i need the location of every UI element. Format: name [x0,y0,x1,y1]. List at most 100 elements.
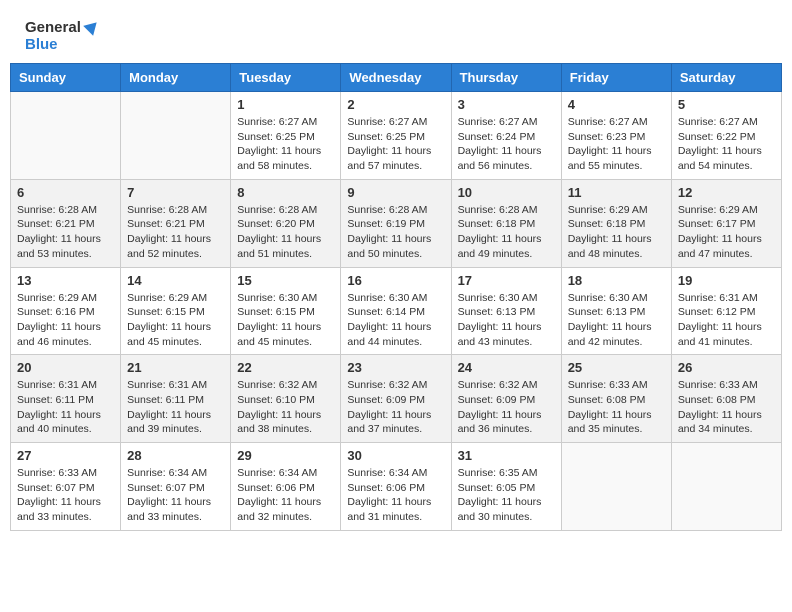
logo: General Blue [25,20,98,53]
day-info: Sunrise: 6:33 AMSunset: 6:07 PMDaylight:… [17,466,114,525]
day-number: 16 [347,273,444,288]
day-info: Sunrise: 6:34 AMSunset: 6:06 PMDaylight:… [347,466,444,525]
day-info: Sunrise: 6:31 AMSunset: 6:11 PMDaylight:… [127,378,224,437]
calendar-day-cell: 14 Sunrise: 6:29 AMSunset: 6:15 PMDayligh… [121,267,231,355]
day-number: 20 [17,360,114,375]
weekday-header-wednesday: Wednesday [341,64,451,92]
day-info: Sunrise: 6:29 AMSunset: 6:16 PMDaylight:… [17,291,114,350]
day-number: 14 [127,273,224,288]
weekday-header-sunday: Sunday [11,64,121,92]
day-number: 12 [678,185,775,200]
day-number: 24 [458,360,555,375]
day-info: Sunrise: 6:27 AMSunset: 6:22 PMDaylight:… [678,115,775,174]
calendar-day-cell: 15 Sunrise: 6:30 AMSunset: 6:15 PMDayligh… [231,267,341,355]
calendar-table: SundayMondayTuesdayWednesdayThursdayFrid… [10,63,782,531]
day-info: Sunrise: 6:29 AMSunset: 6:18 PMDaylight:… [568,203,665,262]
calendar-week-row: 20 Sunrise: 6:31 AMSunset: 6:11 PMDayligh… [11,355,782,443]
day-number: 22 [237,360,334,375]
day-info: Sunrise: 6:33 AMSunset: 6:08 PMDaylight:… [568,378,665,437]
day-number: 11 [568,185,665,200]
header: General Blue [10,10,782,58]
calendar-day-cell: 31 Sunrise: 6:35 AMSunset: 6:05 PMDayligh… [451,443,561,531]
calendar-day-cell: 8Sunrise: 6:28 AMSunset: 6:20 PMDaylight… [231,179,341,267]
calendar-day-cell [121,92,231,180]
day-info: Sunrise: 6:28 AMSunset: 6:21 PMDaylight:… [17,203,114,262]
day-info: Sunrise: 6:30 AMSunset: 6:15 PMDaylight:… [237,291,334,350]
day-info: Sunrise: 6:28 AMSunset: 6:19 PMDaylight:… [347,203,444,262]
calendar-day-cell: 11 Sunrise: 6:29 AMSunset: 6:18 PMDayligh… [561,179,671,267]
day-info: Sunrise: 6:29 AMSunset: 6:15 PMDaylight:… [127,291,224,350]
calendar-day-cell: 18 Sunrise: 6:30 AMSunset: 6:13 PMDayligh… [561,267,671,355]
day-number: 31 [458,448,555,463]
calendar-week-row: 13 Sunrise: 6:29 AMSunset: 6:16 PMDayligh… [11,267,782,355]
day-number: 3 [458,97,555,112]
calendar-day-cell: 19Sunrise: 6:31 AMSunset: 6:12 PMDayligh… [671,267,781,355]
calendar-day-cell: 7 Sunrise: 6:28 AMSunset: 6:21 PMDaylight… [121,179,231,267]
day-info: Sunrise: 6:30 AMSunset: 6:14 PMDaylight:… [347,291,444,350]
calendar-day-cell: 6 Sunrise: 6:28 AMSunset: 6:21 PMDaylight… [11,179,121,267]
weekday-header-monday: Monday [121,64,231,92]
logo-general: General [25,20,98,37]
weekday-header-saturday: Saturday [671,64,781,92]
calendar-day-cell [561,443,671,531]
calendar-day-cell: 22 Sunrise: 6:32 AMSunset: 6:10 PMDayligh… [231,355,341,443]
day-info: Sunrise: 6:33 AMSunset: 6:08 PMDaylight:… [678,378,775,437]
day-info: Sunrise: 6:28 AMSunset: 6:20 PMDaylight:… [237,203,334,262]
day-number: 13 [17,273,114,288]
calendar-day-cell: 30 Sunrise: 6:34 AMSunset: 6:06 PMDayligh… [341,443,451,531]
day-info: Sunrise: 6:28 AMSunset: 6:21 PMDaylight:… [127,203,224,262]
calendar-day-cell: 4Sunrise: 6:27 AMSunset: 6:23 PMDaylight… [561,92,671,180]
day-number: 6 [17,185,114,200]
day-number: 7 [127,185,224,200]
calendar-week-row: 6 Sunrise: 6:28 AMSunset: 6:21 PMDaylight… [11,179,782,267]
day-number: 29 [237,448,334,463]
weekday-header-friday: Friday [561,64,671,92]
weekday-header-row: SundayMondayTuesdayWednesdayThursdayFrid… [11,64,782,92]
day-number: 27 [17,448,114,463]
calendar-day-cell: 1Sunrise: 6:27 AMSunset: 6:25 PMDaylight… [231,92,341,180]
calendar-day-cell: 25 Sunrise: 6:33 AMSunset: 6:08 PMDayligh… [561,355,671,443]
calendar-week-row: 27 Sunrise: 6:33 AMSunset: 6:07 PMDayligh… [11,443,782,531]
calendar-day-cell: 3 Sunrise: 6:27 AMSunset: 6:24 PMDaylight… [451,92,561,180]
calendar-day-cell: 16 Sunrise: 6:30 AMSunset: 6:14 PMDayligh… [341,267,451,355]
day-info: Sunrise: 6:27 AMSunset: 6:24 PMDaylight:… [458,115,555,174]
calendar-day-cell: 29Sunrise: 6:34 AMSunset: 6:06 PMDayligh… [231,443,341,531]
calendar-day-cell: 24 Sunrise: 6:32 AMSunset: 6:09 PMDayligh… [451,355,561,443]
day-number: 25 [568,360,665,375]
day-number: 21 [127,360,224,375]
day-info: Sunrise: 6:27 AMSunset: 6:25 PMDaylight:… [237,115,334,174]
day-info: Sunrise: 6:32 AMSunset: 6:09 PMDaylight:… [347,378,444,437]
calendar-day-cell: 12 Sunrise: 6:29 AMSunset: 6:17 PMDayligh… [671,179,781,267]
day-number: 9 [347,185,444,200]
day-number: 4 [568,97,665,112]
day-number: 26 [678,360,775,375]
day-info: Sunrise: 6:35 AMSunset: 6:05 PMDaylight:… [458,466,555,525]
day-number: 18 [568,273,665,288]
calendar-day-cell: 13 Sunrise: 6:29 AMSunset: 6:16 PMDayligh… [11,267,121,355]
day-number: 17 [458,273,555,288]
day-number: 19 [678,273,775,288]
calendar-day-cell: 10 Sunrise: 6:28 AMSunset: 6:18 PMDayligh… [451,179,561,267]
calendar-day-cell: 26 Sunrise: 6:33 AMSunset: 6:08 PMDayligh… [671,355,781,443]
calendar-day-cell: 23Sunrise: 6:32 AMSunset: 6:09 PMDayligh… [341,355,451,443]
day-info: Sunrise: 6:32 AMSunset: 6:09 PMDaylight:… [458,378,555,437]
day-info: Sunrise: 6:30 AMSunset: 6:13 PMDaylight:… [458,291,555,350]
calendar-day-cell: 21 Sunrise: 6:31 AMSunset: 6:11 PMDayligh… [121,355,231,443]
calendar-day-cell: 17 Sunrise: 6:30 AMSunset: 6:13 PMDayligh… [451,267,561,355]
day-info: Sunrise: 6:34 AMSunset: 6:07 PMDaylight:… [127,466,224,525]
weekday-header-tuesday: Tuesday [231,64,341,92]
calendar-day-cell: 5 Sunrise: 6:27 AMSunset: 6:22 PMDaylight… [671,92,781,180]
day-number: 10 [458,185,555,200]
calendar-day-cell: 28Sunrise: 6:34 AMSunset: 6:07 PMDayligh… [121,443,231,531]
day-info: Sunrise: 6:30 AMSunset: 6:13 PMDaylight:… [568,291,665,350]
logo-blue: Blue [25,37,98,54]
day-number: 2 [347,97,444,112]
day-info: Sunrise: 6:27 AMSunset: 6:25 PMDaylight:… [347,115,444,174]
day-info: Sunrise: 6:32 AMSunset: 6:10 PMDaylight:… [237,378,334,437]
day-info: Sunrise: 6:28 AMSunset: 6:18 PMDaylight:… [458,203,555,262]
day-info: Sunrise: 6:29 AMSunset: 6:17 PMDaylight:… [678,203,775,262]
day-number: 30 [347,448,444,463]
calendar-day-cell: 2 Sunrise: 6:27 AMSunset: 6:25 PMDaylight… [341,92,451,180]
day-number: 15 [237,273,334,288]
day-number: 5 [678,97,775,112]
